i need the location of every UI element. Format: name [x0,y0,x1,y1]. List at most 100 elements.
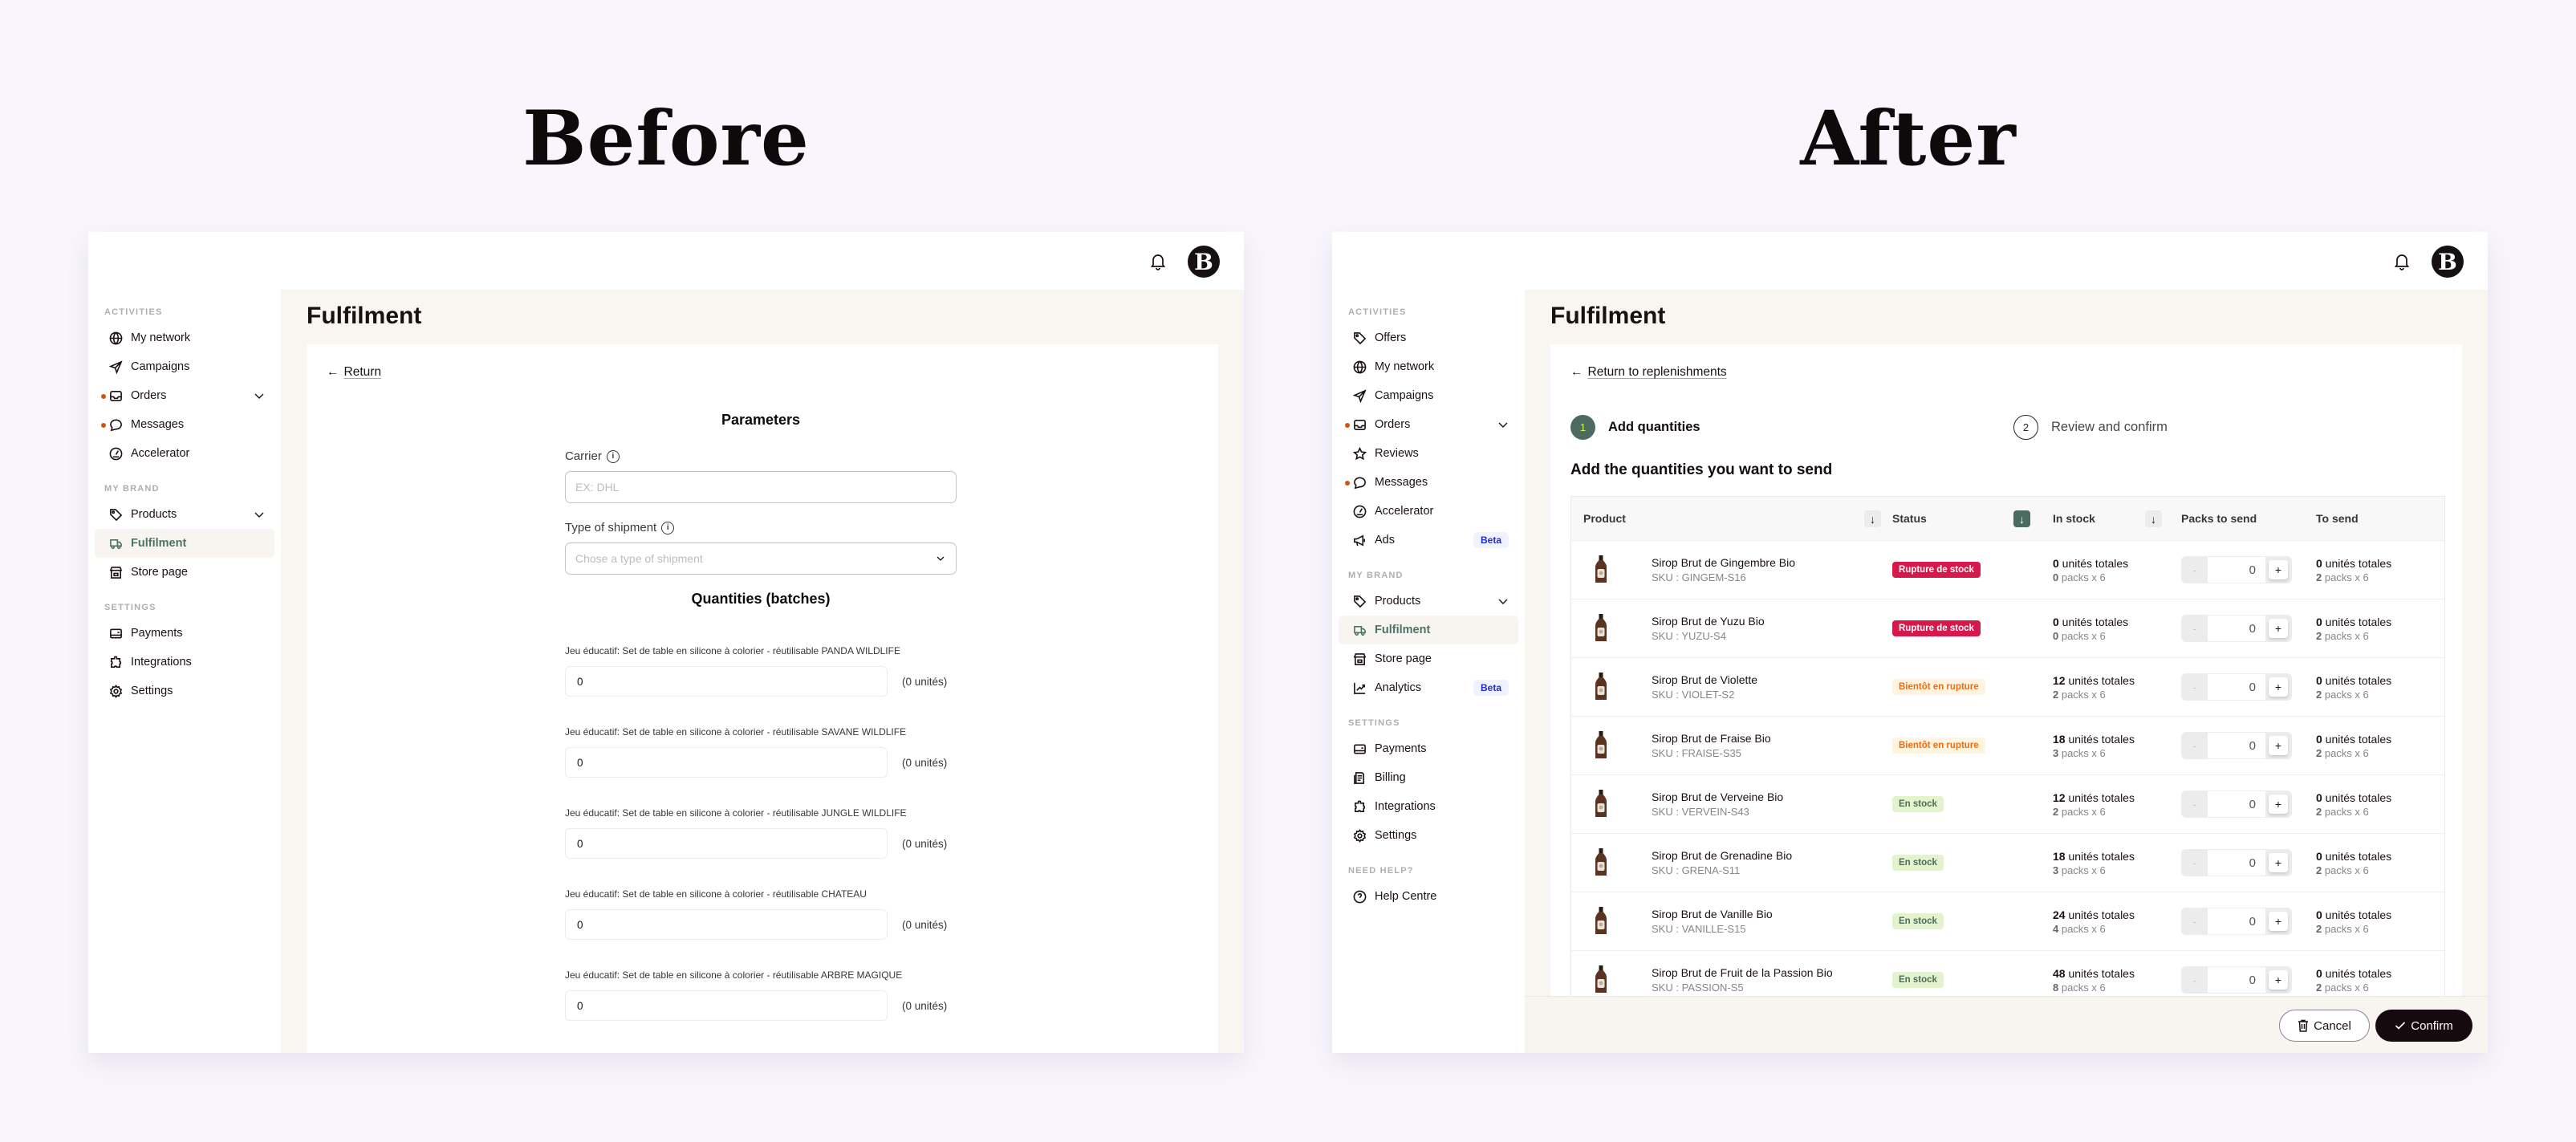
send-packs: 2 packs x 6 [2316,688,2369,701]
bell-icon[interactable] [1150,253,1166,270]
return-link[interactable]: ← Return [327,365,381,380]
increment-button[interactable]: + [2269,619,2288,638]
quantity-stepper: -0 + [2181,556,2292,583]
sidebar-item-payments[interactable]: Payments [1339,734,1518,763]
bell-icon[interactable] [2394,253,2410,270]
sidebar-item-campaigns[interactable]: Campaigns [1339,381,1518,410]
sidebar-item-messages[interactable]: Messages [95,410,274,439]
carrier-input[interactable]: EX: DHL [565,471,957,503]
quantity-input[interactable]: 0 [565,909,888,940]
sidebar-item-payments[interactable]: Payments [95,619,274,648]
sidebar-item-billing[interactable]: Billing [1339,763,1518,792]
decrement-button[interactable]: - [2181,673,2208,701]
decrement-button[interactable]: - [2181,966,2208,994]
decrement-button[interactable]: - [2181,556,2208,583]
packs-input[interactable]: 0 [2208,557,2265,583]
sidebar-item-products[interactable]: Products [1339,587,1518,616]
quantity-row: 0 (0 unités) [565,747,957,778]
sidebar-item-help-centre[interactable]: Help Centre [1339,882,1518,911]
sidebar-item-accelerator[interactable]: Accelerator [1339,497,1518,526]
decrement-button[interactable]: - [2181,908,2208,935]
send-icon [1352,388,1367,403]
increment-button[interactable]: + [2269,853,2288,872]
increment-button[interactable]: + [2269,912,2288,931]
sort-arrow-icon[interactable]: ↓ [2145,510,2162,527]
packs-input[interactable]: 0 [2208,791,2265,817]
return-to-replenishments-link[interactable]: ← Return to replenishments [1570,365,1727,380]
sidebar-item-label: Accelerator [1375,505,1434,518]
stock-packs: 2 packs x 6 [2053,805,2106,818]
packs-input[interactable]: 0 [2208,967,2265,993]
stock-packs: 2 packs x 6 [2053,688,2106,701]
quantity-input[interactable]: 0 [565,990,888,1021]
cancel-button[interactable]: Cancel [2279,1010,2370,1042]
increment-button[interactable]: + [2269,970,2288,990]
product-label: Jeu éducatif: Set de table en silicone à… [565,807,907,819]
packs-input[interactable]: 0 [2208,616,2265,641]
chevron-down-icon[interactable] [254,390,265,401]
decrement-button[interactable]: - [2181,615,2208,642]
sidebar-item-analytics[interactable]: Analytics Beta [1339,673,1518,702]
arrow-left-icon: ← [1570,365,1583,379]
chevron-down-icon[interactable] [254,509,265,520]
sidebar-item-ads[interactable]: Ads Beta [1339,526,1518,555]
decrement-button[interactable]: - [2181,849,2208,876]
confirm-button[interactable]: Confirm [2375,1010,2472,1042]
sidebar-item-campaigns[interactable]: Campaigns [95,352,274,381]
shipment-type-select[interactable]: Chose a type of shipment [565,543,957,575]
info-icon[interactable]: i [606,449,620,463]
sidebar-item-settings[interactable]: Settings [95,677,274,705]
sidebar-item-label: Fulfilment [131,537,187,550]
packs-input[interactable]: 0 [2208,908,2265,934]
sidebar-item-fulfilment[interactable]: Fulfilment [95,529,274,558]
sidebar-item-my-network[interactable]: My network [95,323,274,352]
sidebar-item-orders[interactable]: Orders [95,381,274,410]
increment-button[interactable]: + [2269,795,2288,814]
chevron-down-icon [937,556,945,561]
send-icon [108,360,123,374]
product-image [1589,965,1613,994]
packs-input[interactable]: 0 [2208,850,2265,876]
quantity-input[interactable]: 0 [565,747,888,778]
inbox-icon [1352,417,1367,432]
page-title: Fulfilment [307,303,422,329]
sidebar-item-store-page[interactable]: Store page [1339,644,1518,673]
product-image [1589,731,1613,760]
sidebar-item-integrations[interactable]: Integrations [95,648,274,677]
sidebar-item-messages[interactable]: Messages [1339,468,1518,497]
packs-input[interactable]: 0 [2208,674,2265,700]
decrement-button[interactable]: - [2181,790,2208,818]
sidebar-item-fulfilment[interactable]: Fulfilment [1339,616,1518,644]
step-number: 2 [2013,415,2038,440]
step-add-quantities[interactable]: 1 Add quantities [1570,415,1700,440]
sort-arrow-icon[interactable]: ↓ [1864,510,1881,527]
packs-input[interactable]: 0 [2208,733,2265,758]
info-icon[interactable]: i [661,521,675,534]
increment-button[interactable]: + [2269,677,2288,697]
increment-button[interactable]: + [2269,560,2288,579]
sidebar-item-my-network[interactable]: My network [1339,352,1518,381]
sidebar-item-reviews[interactable]: Reviews [1339,439,1518,468]
sidebar-item-orders[interactable]: Orders [1339,410,1518,439]
step-number: 1 [1570,415,1595,440]
chevron-down-icon[interactable] [1497,595,1509,607]
chevron-down-icon[interactable] [1497,419,1509,430]
quantity-input[interactable]: 0 [565,666,888,697]
decrement-button[interactable]: - [2181,732,2208,759]
avatar[interactable]: B [2432,246,2464,278]
quantity-item: Jeu éducatif: Set de table en silicone à… [565,969,957,1021]
sidebar-section-label: SETTINGS [1348,718,1400,728]
step-review-confirm[interactable]: 2 Review and confirm [2013,415,2168,440]
sidebar-item-settings[interactable]: Settings [1339,821,1518,850]
sidebar-item-products[interactable]: Products [95,500,274,529]
sidebar-item-accelerator[interactable]: Accelerator [95,439,274,468]
sidebar-item-offers[interactable]: Offers [1339,323,1518,352]
avatar[interactable]: B [1188,246,1220,278]
quantities-list: Jeu éducatif: Set de table en silicone à… [565,644,957,1021]
sidebar-item-store-page[interactable]: Store page [95,558,274,587]
sidebar-item-integrations[interactable]: Integrations [1339,792,1518,821]
sort-arrow-icon[interactable]: ↓ [2013,510,2030,527]
table-row: Sirop Brut de Vanille Bio SKU : VANILLE-S… [1571,892,2444,950]
increment-button[interactable]: + [2269,736,2288,755]
quantity-input[interactable]: 0 [565,828,888,859]
